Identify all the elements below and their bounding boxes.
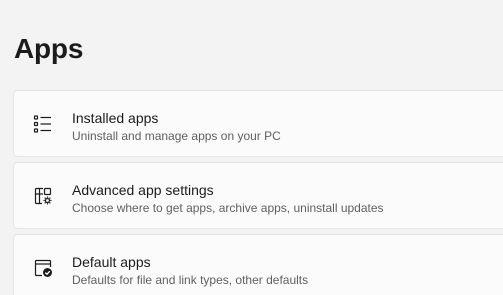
advanced-app-settings-description: Choose where to get apps, archive apps, … <box>72 201 384 215</box>
default-apps-card[interactable]: Default apps Defaults for file and link … <box>13 234 503 295</box>
default-apps-description: Defaults for file and link types, other … <box>72 273 309 287</box>
installed-apps-title: Installed apps <box>72 110 159 126</box>
default-apps-title: Default apps <box>72 254 151 270</box>
installed-apps-card[interactable]: Installed apps Uninstall and manage apps… <box>13 90 503 157</box>
default-apps-icon <box>32 257 54 279</box>
app-settings-icon <box>32 185 54 207</box>
list-icon <box>32 113 54 135</box>
settings-page: Apps Installed apps Uninstall and manage… <box>0 0 503 295</box>
page-title: Apps <box>14 33 84 64</box>
advanced-app-settings-title: Advanced app settings <box>72 182 214 198</box>
installed-apps-description: Uninstall and manage apps on your PC <box>72 129 281 143</box>
advanced-app-settings-card[interactable]: Advanced app settings Choose where to ge… <box>13 162 503 229</box>
